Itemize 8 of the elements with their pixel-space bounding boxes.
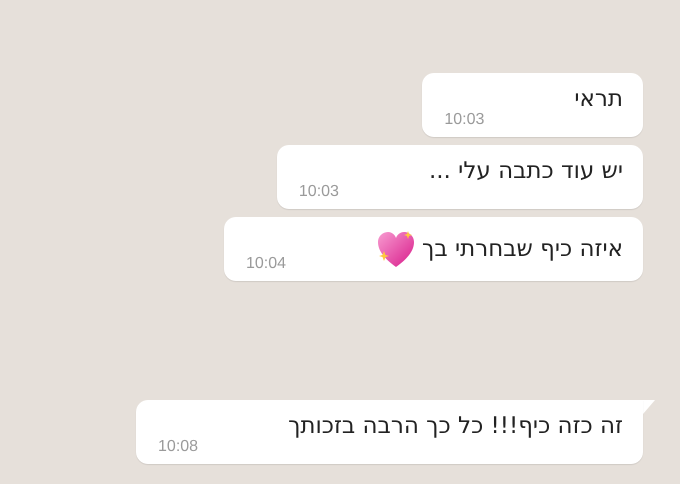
message-text: יש עוד כתבה עלי ... [428, 157, 623, 185]
message-time: 10:08 [158, 438, 198, 456]
message-text: תראי [574, 85, 623, 113]
message-time: 10:04 [246, 255, 286, 273]
message-time: 10:03 [298, 183, 339, 201]
message-text: איזה כיף שבחרתי בך [422, 235, 623, 263]
message-time: 10:03 [444, 111, 484, 129]
message-text: זה כזה כיף!!! כל כך הרבה בזכותך [288, 412, 623, 440]
